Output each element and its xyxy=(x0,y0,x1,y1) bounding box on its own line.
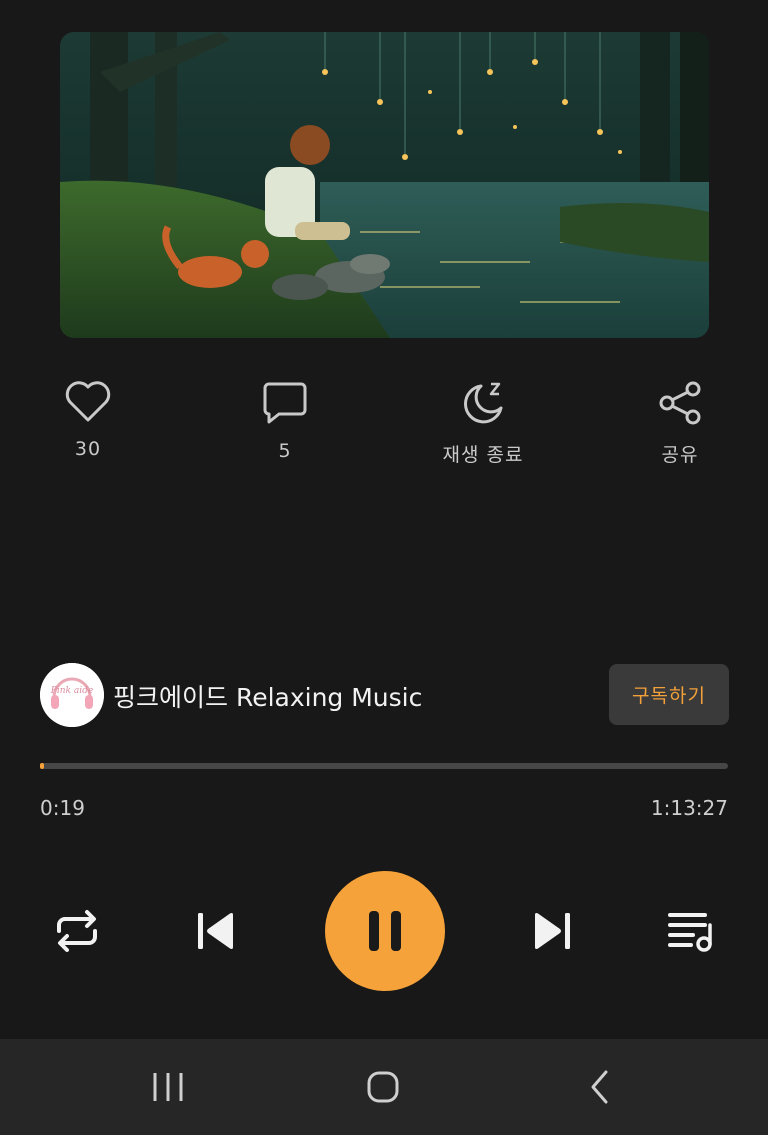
channel-name[interactable]: 핑크에이드 Relaxing Music xyxy=(113,678,422,714)
sleep-timer-action[interactable]: 재생 종료 xyxy=(413,380,553,467)
total-time: 1:13:27 xyxy=(650,796,728,820)
progress-fill xyxy=(40,763,45,769)
sleep-timer-label: 재생 종료 xyxy=(442,444,524,466)
music-player-screen: 30 5 재생 종료 공유 Pink aide 핑크에이드 Relaxing M… xyxy=(0,0,768,1135)
recent-apps-button[interactable] xyxy=(151,1071,185,1103)
playlist-icon xyxy=(668,913,712,952)
pause-button[interactable] xyxy=(325,871,445,991)
home-button[interactable] xyxy=(366,1070,400,1104)
home-icon xyxy=(367,1071,399,1103)
share-label: 공유 xyxy=(661,444,699,466)
skip-previous-icon xyxy=(198,913,233,949)
repeat-icon xyxy=(57,910,97,952)
comment-action[interactable]: 5 xyxy=(215,380,355,462)
avatar-logo-text: Pink aide xyxy=(50,686,93,696)
heart-icon[interactable] xyxy=(64,380,112,424)
moon-sleep-icon[interactable] xyxy=(459,380,507,426)
recent-apps-icon xyxy=(153,1073,183,1101)
share-action[interactable]: 공유 xyxy=(610,380,750,467)
pause-icon xyxy=(369,911,401,951)
back-button[interactable] xyxy=(588,1069,612,1105)
comment-count: 5 xyxy=(278,440,292,462)
channel-avatar[interactable]: Pink aide xyxy=(40,663,104,727)
skip-next-icon xyxy=(535,913,570,949)
system-navigation-bar xyxy=(0,1039,768,1135)
previous-button[interactable] xyxy=(196,911,236,951)
back-icon xyxy=(591,1070,608,1104)
repeat-button[interactable] xyxy=(53,907,101,955)
like-count: 30 xyxy=(74,438,102,460)
comment-icon[interactable] xyxy=(261,380,309,426)
album-artwork xyxy=(60,32,709,338)
share-icon[interactable] xyxy=(656,380,704,426)
subscribe-button[interactable]: 구독하기 xyxy=(609,664,729,725)
playlist-button[interactable] xyxy=(667,909,715,953)
progress-bar[interactable] xyxy=(40,763,728,769)
like-action[interactable]: 30 xyxy=(18,380,158,460)
next-button[interactable] xyxy=(532,911,572,951)
current-time: 0:19 xyxy=(40,796,85,820)
